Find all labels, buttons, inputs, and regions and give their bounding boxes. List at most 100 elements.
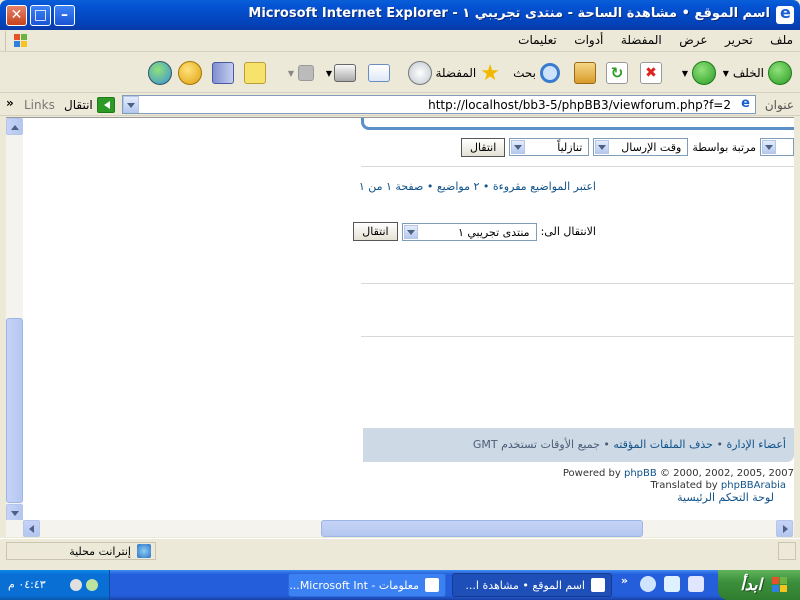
note-icon	[244, 62, 266, 84]
control-panel-link[interactable]: لوحة التحكم الرئيسية	[677, 491, 774, 504]
clock[interactable]: ٠٤:٤٣ م	[8, 578, 46, 591]
go-button[interactable]: انتقال	[64, 97, 115, 113]
go-arrow-icon	[96, 97, 115, 113]
close-button[interactable]: ✕	[6, 5, 27, 26]
taskbar-item-info[interactable]: معلومات - Microsoft Int...	[288, 573, 446, 597]
mail-icon	[368, 64, 390, 82]
home-button[interactable]	[574, 59, 596, 87]
links-label[interactable]: Links	[24, 98, 55, 112]
footer-nav: أعضاء الإدارة • حذف الملفات المؤقته • جم…	[363, 428, 794, 462]
network-icon[interactable]	[86, 579, 98, 591]
show-desktop-icon[interactable]	[688, 576, 704, 592]
menu-help[interactable]: تعليمات	[511, 30, 564, 50]
menu-bar: ملف تحرير عرض المفضلة أدوات تعليمات	[0, 30, 800, 52]
divider	[361, 166, 794, 167]
sort-days-select[interactable]	[760, 138, 794, 156]
mark-read-link[interactable]: اعتبر المواضيع مقروءة	[493, 180, 596, 193]
volume-icon[interactable]	[70, 579, 82, 591]
jumpbox: الانتقال الى: منتدى تجريبي ١ انتقال	[353, 222, 596, 241]
window-title: اسم الموقع • مشاهدة الساحة - منتدى تجريب…	[248, 6, 770, 21]
system-tray: ٠٤:٤٣ م	[0, 570, 110, 600]
sort-dir-value: تنازلياً	[557, 141, 583, 154]
back-label: الخلف	[732, 66, 764, 80]
discuss-button[interactable]	[244, 59, 266, 87]
messenger-button[interactable]	[178, 59, 202, 87]
horizontal-scroll-thumb[interactable]	[321, 520, 643, 537]
print-button[interactable]: ▼	[326, 59, 356, 87]
title-bar: اسم الموقع • مشاهدة الساحة - منتدى تجريب…	[0, 0, 800, 30]
quicklaunch-chevron-icon[interactable]: »	[621, 574, 628, 587]
taskbar-item-forum[interactable]: اسم الموقع • مشاهدة ا...	[452, 573, 612, 597]
panel-border	[361, 118, 794, 130]
address-input[interactable]: e http://localhost/bb3-5/phpBB3/viewforu…	[122, 95, 756, 114]
ie-quicklaunch-icon[interactable]	[640, 576, 656, 592]
links-chevron-icon[interactable]: »	[6, 96, 14, 110]
page-viewport: مرتبة بواسطة وقت الإرسال تنازلياً انتقال…	[6, 117, 794, 520]
menu-tools[interactable]: أدوات	[567, 30, 610, 50]
contacts-button[interactable]	[148, 59, 172, 87]
history-button[interactable]	[408, 59, 432, 87]
jump-select[interactable]: منتدى تجريبي ١	[401, 222, 537, 241]
mail-button[interactable]	[368, 59, 390, 87]
start-button[interactable]: ابدأ	[718, 570, 800, 600]
back-arrow-icon	[768, 61, 792, 85]
page-icon: e	[738, 97, 753, 112]
edit-dropdown-icon[interactable]: ▼	[288, 69, 294, 78]
scroll-down-icon[interactable]	[6, 504, 23, 520]
media-player-icon[interactable]	[664, 576, 680, 592]
scroll-left-icon[interactable]	[23, 520, 40, 537]
history-icon	[408, 61, 432, 85]
horizontal-scrollbar[interactable]	[6, 520, 794, 537]
menu-view[interactable]: عرض	[672, 30, 714, 50]
task-label: اسم الموقع • مشاهدة ا...	[465, 579, 585, 592]
scroll-up-icon[interactable]	[6, 118, 23, 135]
back-button[interactable]: الخلف ▼	[723, 59, 792, 87]
sort-key-select[interactable]: وقت الإرسال	[593, 138, 689, 156]
minimize-button[interactable]: –	[54, 5, 75, 26]
phpbbarabia-link[interactable]: phpBBArabia	[721, 480, 786, 491]
delete-cookies-link[interactable]: حذف الملفات المؤقته	[613, 438, 713, 451]
research-button[interactable]	[212, 59, 234, 87]
menu-file[interactable]: ملف	[763, 30, 800, 50]
star-icon: ★	[480, 60, 500, 86]
standard-toolbar: الخلف ▼ ▼ ✖ ↻ بحث ★ المفضلة ▼ ▼	[0, 53, 800, 93]
translated-by-text: Translated by	[650, 480, 721, 491]
refresh-button[interactable]: ↻	[606, 59, 628, 87]
taskbar: ابدأ » اسم الموقع • مشاهدة ا... معلومات …	[0, 570, 800, 600]
scroll-right-icon[interactable]	[776, 520, 793, 537]
contacts-icon	[148, 61, 172, 85]
maximize-button[interactable]: □	[30, 5, 51, 26]
ie-icon	[425, 578, 439, 592]
sort-go-button[interactable]: انتقال	[460, 137, 506, 157]
forward-dropdown-icon[interactable]: ▼	[682, 69, 688, 78]
address-label: عنوان	[764, 98, 794, 112]
ie-icon	[776, 3, 794, 24]
zone-label: إنترانت محلية	[69, 544, 131, 558]
go-label: انتقال	[64, 98, 93, 112]
print-icon	[334, 64, 356, 82]
forward-button[interactable]: ▼	[682, 59, 716, 87]
phpbb-link[interactable]: phpBB	[624, 468, 657, 479]
menu-edit[interactable]: تحرير	[718, 30, 760, 50]
status-bar: إنترانت محلية	[0, 538, 800, 562]
sort-dir-select[interactable]: تنازلياً	[509, 138, 590, 156]
search-button[interactable]: بحث	[513, 59, 560, 87]
back-dropdown-icon[interactable]: ▼	[723, 69, 729, 78]
separator: •	[479, 180, 493, 193]
favorites-button[interactable]: ★ المفضلة	[435, 59, 500, 87]
edit-icon	[298, 65, 314, 81]
print-dropdown-icon[interactable]: ▼	[326, 69, 332, 78]
copyright-text: © 2000, 2002, 2005, 2007	[656, 468, 794, 479]
jump-go-button[interactable]: انتقال	[353, 222, 398, 241]
sort-row: مرتبة بواسطة وقت الإرسال تنازلياً انتقال	[361, 137, 794, 157]
separator: •	[712, 438, 727, 451]
menu-favorites[interactable]: المفضلة	[614, 30, 669, 50]
address-dropdown-icon[interactable]	[123, 96, 139, 113]
vertical-scroll-thumb[interactable]	[6, 318, 23, 503]
team-link[interactable]: أعضاء الإدارة	[726, 438, 786, 451]
stop-button[interactable]: ✖	[640, 59, 662, 87]
ie-icon	[591, 578, 605, 592]
status-text	[160, 542, 778, 560]
edit-button[interactable]: ▼	[288, 59, 314, 87]
vertical-scrollbar[interactable]	[6, 118, 23, 520]
